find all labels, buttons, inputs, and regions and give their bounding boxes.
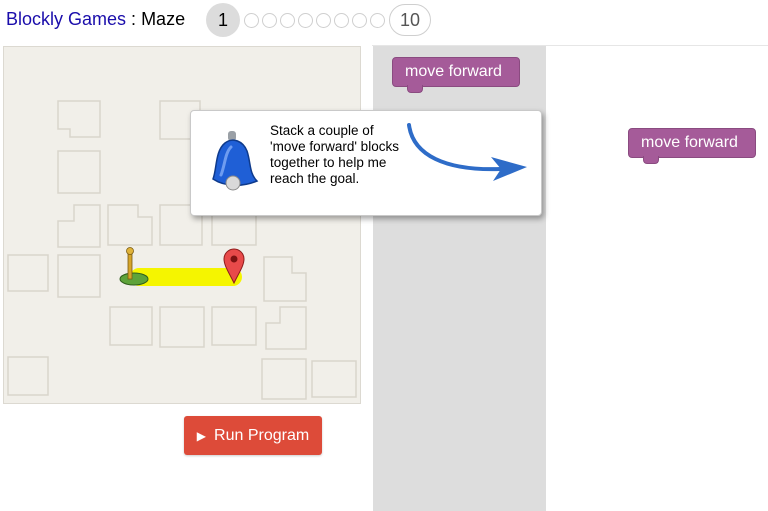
level-dot[interactable] xyxy=(298,12,313,28)
help-text: Stack a couple of 'move forward' blocks … xyxy=(270,123,399,186)
level-dot[interactable] xyxy=(244,12,259,28)
level-last[interactable]: 10 xyxy=(389,4,431,36)
level-dot[interactable] xyxy=(262,12,277,28)
level-current[interactable]: 1 xyxy=(206,3,240,37)
run-program-button[interactable]: ▶ Run Program xyxy=(184,416,322,455)
level-dot[interactable] xyxy=(352,12,367,28)
start-flag-icon xyxy=(119,247,149,286)
level-dot[interactable] xyxy=(316,12,331,28)
header: Blockly Games : Maze 1 10 xyxy=(0,0,768,40)
block-label: move forward xyxy=(641,134,738,151)
toolbox-block-move-forward[interactable]: move forward xyxy=(392,57,520,93)
workspace[interactable] xyxy=(546,46,768,511)
workspace-block-move-forward[interactable]: move forward xyxy=(628,128,756,164)
game-name: Maze xyxy=(141,9,186,29)
level-selector: 1 10 xyxy=(206,3,431,37)
level-dot[interactable] xyxy=(334,12,349,28)
title-separator: : xyxy=(126,9,142,29)
bell-icon xyxy=(212,131,259,191)
blockly-games-link[interactable]: Blockly Games xyxy=(6,9,126,29)
curved-arrow-icon xyxy=(407,123,527,181)
help-bubble: Stack a couple of 'move forward' blocks … xyxy=(190,110,542,216)
maze-area xyxy=(3,46,361,404)
level-dot[interactable] xyxy=(370,12,385,28)
maze-board xyxy=(7,100,357,400)
block-label: move forward xyxy=(405,63,502,80)
level-dot[interactable] xyxy=(280,12,295,28)
play-icon: ▶ xyxy=(196,428,207,443)
run-program-label: Run Program xyxy=(214,426,310,444)
goal-marker-icon xyxy=(223,248,245,285)
page-title: Blockly Games : Maze xyxy=(6,9,185,30)
